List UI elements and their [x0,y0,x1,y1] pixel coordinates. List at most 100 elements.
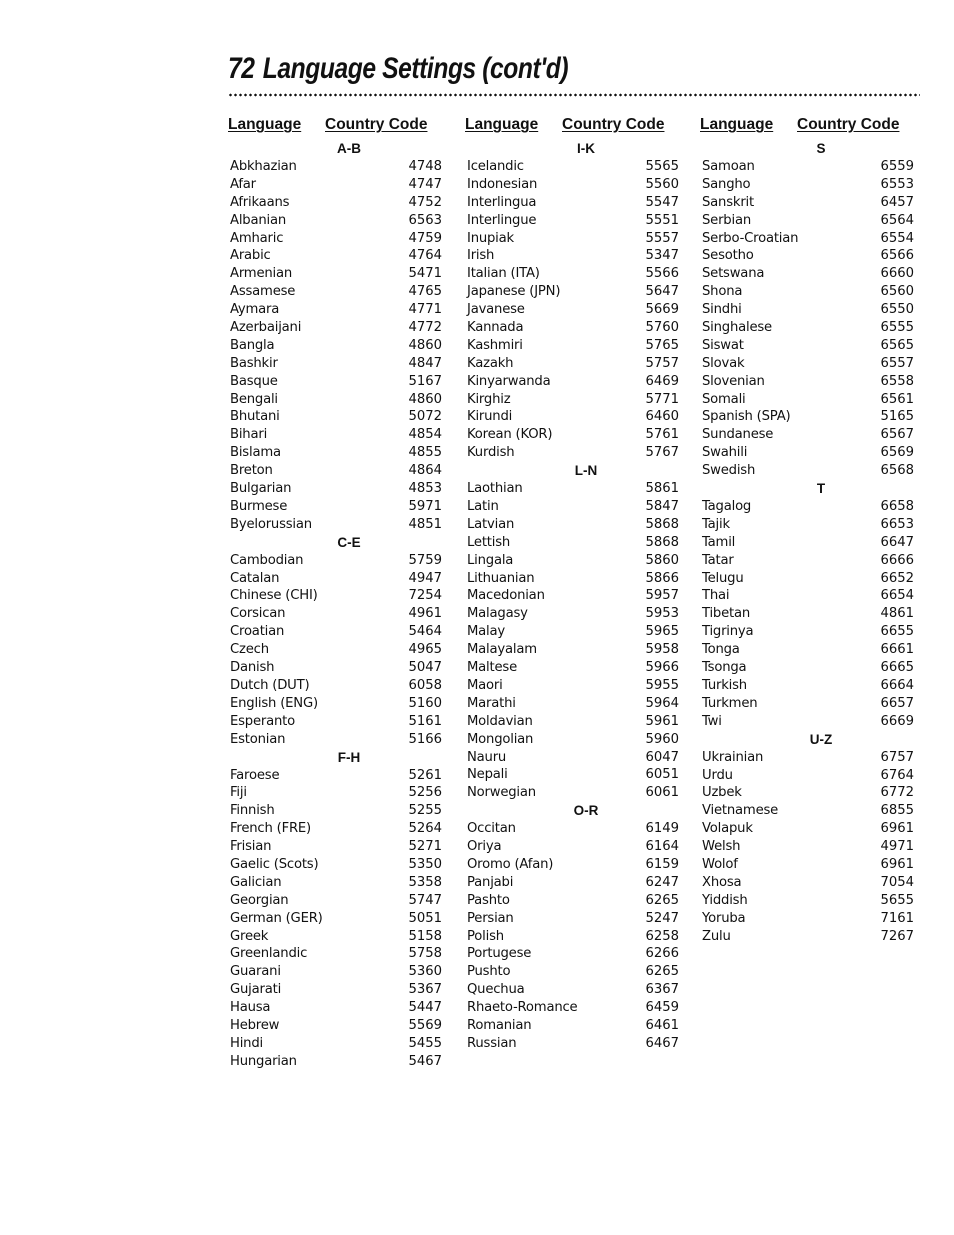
country-code: 5971 [408,498,442,514]
country-code: 6563 [408,212,442,228]
language-name: Yiddish [702,892,748,908]
country-code: 5165 [880,409,914,425]
country-code: 5771 [645,391,679,407]
language-name: Malayalam [467,642,537,658]
country-code: 6559 [880,159,914,174]
language-row: Bengali 4860 [228,391,450,409]
language-name: Persian [467,910,514,926]
language-name: Tsonga [702,660,747,676]
group-heading: O-R [573,803,599,819]
country-code: 4864 [408,463,442,479]
language-row: Tajik 6653 [700,516,922,534]
language-name: Azerbaijani [230,320,302,336]
header-language: Language [465,116,539,133]
country-code: 5761 [645,427,679,443]
language-row: Esperanto 5161 [228,713,450,731]
country-code: 5759 [408,552,442,568]
country-code: 6566 [880,248,914,264]
language-name: Estonian [230,731,286,747]
language-name: Albanian [230,212,286,228]
country-code: 6855 [880,803,914,819]
language-name: Turkish [702,677,747,693]
language-row: Corsican 4961 [228,605,450,623]
country-code: 6772 [880,785,914,801]
language-name: Breton [230,463,273,479]
language-row: Kirghiz 5771 [465,391,687,409]
language-name: Malagasy [467,606,528,622]
language-name: Kinyarwanda [467,373,551,389]
country-code: 6661 [880,642,914,658]
country-code: 5861 [645,481,679,497]
country-code: 5358 [408,874,442,890]
language-name: Esperanto [230,713,295,729]
country-code: 6657 [880,695,914,711]
country-code: 6460 [645,409,679,425]
language-name: German (GER) [230,910,323,926]
language-row: Gujarati 5367 [228,981,450,999]
language-name: Maori [467,677,503,693]
language-row: Tigrinya 6655 [700,623,922,641]
language-row: Kurdish 5767 [465,444,687,462]
language-row: Tonga 6661 [700,641,922,659]
language-name: Aymara [230,302,280,318]
country-code: 5957 [645,588,679,604]
country-code: 5261 [408,767,442,783]
language-name: Siswat [702,337,744,353]
language-name: Interlingue [467,212,537,228]
language-name: Pushto [467,964,511,980]
language-row: Estonian 5166 [228,731,450,749]
header-country-code: Country Code [325,116,428,133]
language-row: Maltese 5966 [465,659,687,677]
language-name: Serbian [702,212,751,228]
language-row: Basque 5167 [228,373,450,391]
language-row: Twi 6669 [700,713,922,731]
country-code: 5256 [408,785,442,801]
language-name: Indonesian [467,176,538,192]
language-row: Bulgarian 4853 [228,480,450,498]
language-name: Gaelic (Scots) [230,856,319,872]
language-row: Breton 4864 [228,462,450,480]
group-heading: T [816,481,826,497]
language-row: Serbian 6564 [700,212,922,230]
language-row: Hungarian 5467 [228,1053,450,1071]
language-row: Afrikaans 4752 [228,194,450,212]
country-code: 6961 [880,856,914,872]
country-code: 6961 [880,821,914,837]
language-name: Pashto [467,892,510,908]
language-row: Latin 5847 [465,498,687,516]
language-row: Pashto 6265 [465,892,687,910]
language-row: Quechua 6367 [465,981,687,999]
language-name: English (ENG) [230,695,318,711]
language-row: Ukrainian 6757 [700,749,922,767]
language-row: Turkmen 6657 [700,695,922,713]
language-name: Lettish [467,534,511,550]
language-row: Albanian 6563 [228,212,450,230]
language-row: Hindi 5455 [228,1035,450,1053]
language-row: Dutch (DUT) 6058 [228,677,450,695]
country-code: 5264 [408,821,442,837]
language-name: Swahili [702,445,748,461]
country-code: 6665 [880,660,914,676]
country-code: 5547 [645,194,679,210]
language-row: Galician 5358 [228,874,450,892]
language-row: Lithuanian 5866 [465,570,687,588]
country-code: 5569 [408,1017,442,1033]
language-row: Fiji 5256 [228,784,450,802]
language-name: Turkmen [702,695,758,711]
language-name: Lingala [467,552,514,568]
language-name: Nepali [467,767,508,783]
language-row: Czech 4965 [228,641,450,659]
group-heading: A-B [337,141,361,156]
language-row: Interlingue 5551 [465,212,687,230]
country-code: 6558 [880,373,914,389]
language-row: Kirundi 6460 [465,408,687,426]
language-name: Gujarati [230,982,282,998]
language-row: Swahili 6569 [700,444,922,462]
language-name: Welsh [702,839,741,855]
country-code: 6555 [880,320,914,336]
language-name: Sanskrit [702,194,754,210]
language-name: Georgian [230,892,289,908]
country-code: 5047 [408,660,442,676]
language-name: Afar [230,176,256,192]
language-name: Guarani [230,964,281,980]
